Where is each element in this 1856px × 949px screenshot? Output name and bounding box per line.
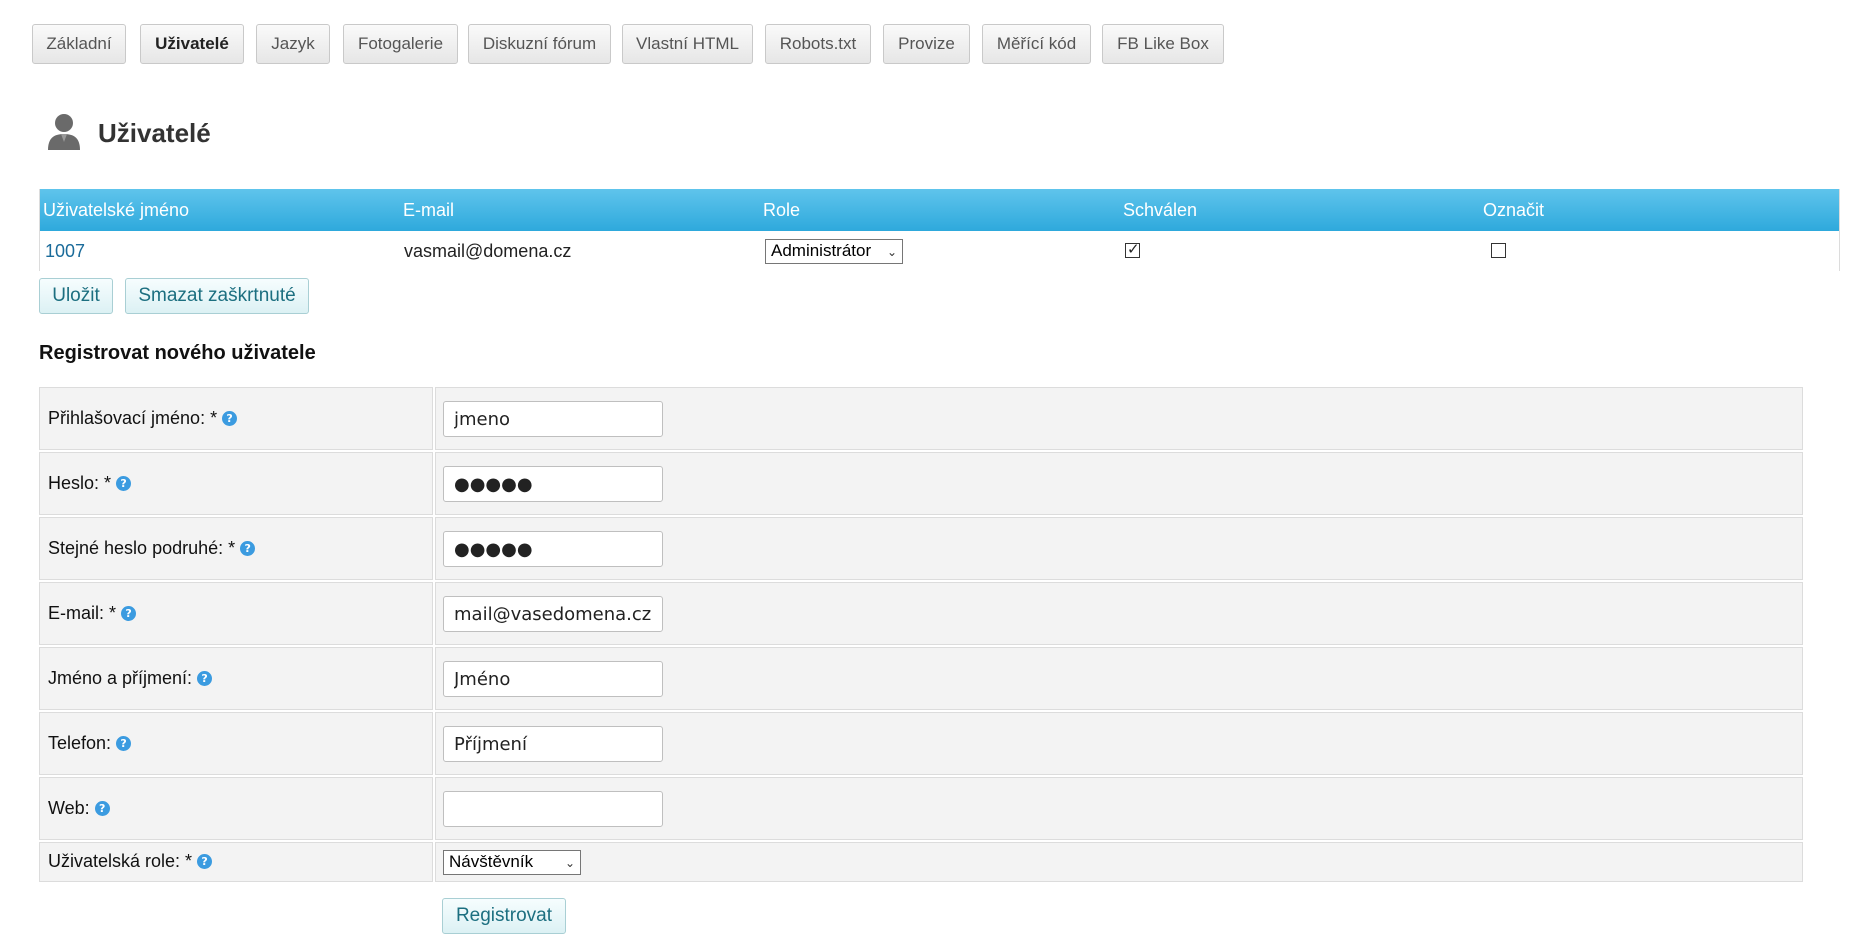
label-cell: Stejné heslo podruhé: *? <box>39 517 433 580</box>
label-cell: Přihlašovací jméno: *? <box>39 387 433 450</box>
login-label: Přihlašovací jméno: *? <box>48 408 238 429</box>
user-email: vasmail@domena.cz <box>404 241 572 261</box>
phone-label: Telefon:? <box>48 733 132 754</box>
register-title: Registrovat nového uživatele <box>39 342 316 364</box>
name-label: Jméno a příjmení:? <box>48 668 213 689</box>
label-cell: Jméno a příjmení:? <box>39 647 433 710</box>
email-label-text: E-mail: * <box>48 603 117 623</box>
password-confirm-label-text: Stejné heslo podruhé: * <box>48 538 236 558</box>
input-cell <box>435 582 1803 645</box>
column-header-approved: Schválen <box>1123 200 1198 220</box>
user-icon <box>46 112 82 152</box>
tab-uzivatele[interactable]: Uživatelé <box>140 24 244 64</box>
form-row-password: Heslo: *? <box>39 452 1803 515</box>
password-label-text: Heslo: * <box>48 473 112 493</box>
name-input[interactable] <box>443 661 663 697</box>
help-icon[interactable]: ? <box>94 801 110 816</box>
label-cell: E-mail: *? <box>39 582 433 645</box>
email-label: E-mail: *? <box>48 603 137 624</box>
column-header-username: Uživatelské jméno <box>43 200 190 220</box>
checkmark-icon: ✓ <box>1127 241 1140 258</box>
web-label: Web:? <box>48 798 110 819</box>
input-cell <box>435 452 1803 515</box>
form-row-email: E-mail: *? <box>39 582 1803 645</box>
column-header-mark: Označit <box>1483 200 1545 220</box>
username-link[interactable]: 1007 <box>45 241 85 262</box>
password-confirm-input[interactable] <box>443 531 663 567</box>
help-icon[interactable]: ? <box>121 606 137 621</box>
table-header: Uživatelské jméno E-mail Role Schválen O… <box>40 189 1839 231</box>
web-input[interactable] <box>443 791 663 827</box>
label-cell: Heslo: *? <box>39 452 433 515</box>
help-icon[interactable]: ? <box>197 854 213 869</box>
user-role-select[interactable]: Návštěvník ⌄ <box>443 850 581 875</box>
tab-fotogalerie[interactable]: Fotogalerie <box>343 24 458 64</box>
form-row-role: Uživatelská role: *? Návštěvník ⌄ <box>39 842 1803 882</box>
login-input[interactable] <box>443 401 663 437</box>
register-button[interactable]: Registrovat <box>442 898 566 934</box>
help-icon[interactable]: ? <box>197 671 213 686</box>
input-cell <box>435 387 1803 450</box>
login-label-text: Přihlašovací jméno: * <box>48 408 218 428</box>
tab-zakladni[interactable]: Základní <box>32 24 126 64</box>
tab-jazyk[interactable]: Jazyk <box>256 24 330 64</box>
phone-label-text: Telefon: <box>48 733 112 753</box>
help-icon[interactable]: ? <box>116 736 132 751</box>
tab-merici-kod[interactable]: Měřící kód <box>982 24 1091 64</box>
label-cell: Web:? <box>39 777 433 840</box>
email-input[interactable] <box>443 596 663 632</box>
form-row-name: Jméno a příjmení:? <box>39 647 1803 710</box>
mark-checkbox[interactable] <box>1491 243 1506 258</box>
form-row-web: Web:? <box>39 777 1803 840</box>
role-label: Uživatelská role: *? <box>48 851 213 872</box>
column-header-email: E-mail <box>403 200 455 220</box>
password-input[interactable] <box>443 466 663 502</box>
label-cell: Uživatelská role: *? <box>39 842 433 882</box>
tab-diskuzni-forum[interactable]: Diskuzní fórum <box>468 24 611 64</box>
tab-robots-txt[interactable]: Robots.txt <box>765 24 871 64</box>
tab-provize[interactable]: Provize <box>883 24 970 64</box>
role-select-value: Administrátor <box>771 241 872 260</box>
web-label-text: Web: <box>48 798 90 818</box>
column-header-role: Role <box>763 200 801 220</box>
input-cell: Návštěvník ⌄ <box>435 842 1803 882</box>
delete-checked-button[interactable]: Smazat zaškrtnuté <box>125 278 309 314</box>
input-cell <box>435 777 1803 840</box>
input-cell <box>435 712 1803 775</box>
password-label: Heslo: *? <box>48 473 132 494</box>
password-confirm-label: Stejné heslo podruhé: *? <box>48 538 256 559</box>
approved-checkbox[interactable]: ✓ <box>1125 241 1140 258</box>
form-row-password-confirm: Stejné heslo podruhé: *? <box>39 517 1803 580</box>
tab-fb-like-box[interactable]: FB Like Box <box>1102 24 1224 64</box>
help-icon[interactable]: ? <box>222 411 238 426</box>
help-icon[interactable]: ? <box>116 476 132 491</box>
user-role-select-value: Návštěvník <box>449 852 534 871</box>
form-row-login: Přihlašovací jméno: *? <box>39 387 1803 450</box>
save-button[interactable]: Uložit <box>39 278 113 314</box>
help-icon[interactable]: ? <box>240 541 256 556</box>
phone-input[interactable] <box>443 726 663 762</box>
input-cell <box>435 647 1803 710</box>
input-cell <box>435 517 1803 580</box>
tab-vlastni-html[interactable]: Vlastní HTML <box>622 24 753 64</box>
form-row-phone: Telefon:? <box>39 712 1803 775</box>
chevron-down-icon: ⌄ <box>564 856 575 870</box>
role-select[interactable]: Administrátor ⌄ <box>765 239 903 264</box>
chevron-down-icon: ⌄ <box>886 245 897 259</box>
table-row: 1007 vasmail@domena.cz Administrátor ⌄ ✓ <box>40 231 1839 271</box>
label-cell: Telefon:? <box>39 712 433 775</box>
users-table: Uživatelské jméno E-mail Role Schválen O… <box>39 189 1840 271</box>
role-label-text: Uživatelská role: * <box>48 851 193 871</box>
name-label-text: Jméno a příjmení: <box>48 668 193 688</box>
page-title: Uživatelé <box>98 118 211 148</box>
